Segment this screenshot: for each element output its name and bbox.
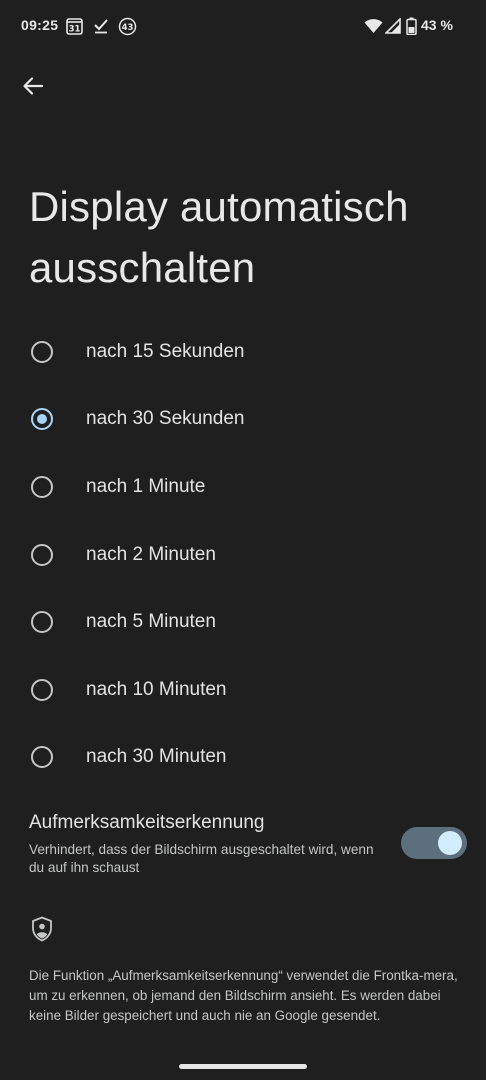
option-label: nach 15 Sekunden: [86, 340, 245, 362]
radio-button[interactable]: [31, 678, 53, 701]
home-indicator[interactable]: [179, 1064, 307, 1069]
wifi-icon: [364, 16, 383, 36]
battery-icon: [406, 16, 417, 36]
timeout-options: nach 15 Sekunden nach 30 Sekunden nach 1…: [0, 318, 486, 791]
option-label: nach 2 Minuten: [86, 543, 216, 565]
signal-icon: [385, 16, 401, 36]
status-bar: 09:25 31 43 43 %: [0, 0, 486, 52]
option-label: nach 1 Minute: [86, 475, 206, 497]
option-10-minutes[interactable]: nach 10 Minuten: [0, 656, 486, 724]
radio-button[interactable]: [31, 340, 53, 363]
calendar-icon: 31: [66, 16, 83, 36]
battery-percent: 43 %: [421, 17, 453, 33]
radio-button[interactable]: [31, 543, 53, 566]
option-30-seconds[interactable]: nach 30 Sekunden: [0, 386, 486, 454]
arrow-back-icon: [23, 77, 44, 95]
option-1-minute[interactable]: nach 1 Minute: [0, 453, 486, 521]
attention-title: Aufmerksamkeitserkennung: [29, 812, 265, 833]
radio-button[interactable]: [31, 746, 53, 769]
option-30-minutes[interactable]: nach 30 Minuten: [0, 724, 486, 792]
attention-description: Verhindert, dass der Bildschirm ausgesch…: [29, 842, 374, 875]
toggle-knob: [438, 831, 462, 855]
back-button[interactable]: [13, 66, 53, 106]
radio-button[interactable]: [31, 475, 53, 498]
checkmark-icon: [93, 16, 109, 36]
option-15-seconds[interactable]: nach 15 Sekunden: [0, 318, 486, 386]
notification-badge-icon: 43: [118, 16, 137, 36]
radio-button[interactable]: [31, 611, 53, 634]
attention-toggle[interactable]: [401, 827, 467, 859]
info-text: Die Funktion „Aufmerksamkeitserkennung“ …: [29, 968, 458, 1023]
option-label: nach 30 Sekunden: [86, 408, 245, 430]
page-title: Display automatisch ausschalten: [29, 183, 409, 291]
option-2-minutes[interactable]: nach 2 Minuten: [0, 521, 486, 589]
shield-person-icon: [30, 916, 54, 942]
calendar-day: 31: [69, 25, 81, 35]
status-time: 09:25: [21, 17, 59, 33]
option-label: nach 30 Minuten: [86, 746, 227, 768]
option-5-minutes[interactable]: nach 5 Minuten: [0, 588, 486, 656]
radio-button-selected[interactable]: [31, 408, 53, 431]
option-label: nach 10 Minuten: [86, 678, 227, 700]
badge-count: 43: [122, 22, 134, 32]
attention-detection-setting[interactable]: Aufmerksamkeitserkennung Verhindert, das…: [0, 810, 486, 882]
option-label: nach 5 Minuten: [86, 611, 216, 633]
